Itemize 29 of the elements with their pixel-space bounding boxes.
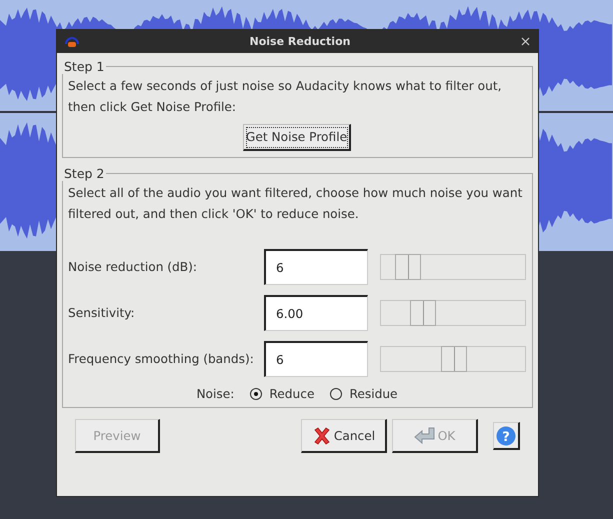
input-field[interactable]: 6.00 (264, 295, 368, 331)
radio-label[interactable]: Residue (349, 387, 398, 401)
field-label: Noise reduction (dB): (68, 260, 198, 274)
radio-button[interactable] (250, 388, 262, 400)
radio-button[interactable] (330, 388, 342, 400)
noise-label: Noise: (196, 387, 234, 401)
window-title: Noise Reduction (248, 35, 352, 48)
field-label: Frequency smoothing (bands): (68, 352, 255, 366)
slider[interactable] (380, 254, 526, 280)
cross-icon (312, 426, 332, 446)
get-noise-profile-button[interactable]: Get Noise Profile (242, 124, 352, 151)
field-label: Sensitivity: (68, 306, 136, 320)
slider[interactable] (380, 300, 526, 326)
radio-label[interactable]: Reduce (269, 387, 314, 401)
input-field[interactable]: 6 (264, 249, 368, 285)
help-button[interactable]: ? (493, 422, 520, 450)
slider-thumb[interactable] (441, 346, 467, 372)
return-arrow-icon (414, 426, 436, 444)
cancel-button[interactable]: Cancel (301, 419, 387, 453)
instructions: Select a few seconds of just noise so Audacity knows what to filter out, then click Get Noise Profile: (68, 78, 502, 116)
headphones-logo-icon (65, 36, 79, 48)
input-field[interactable]: 6 (264, 341, 368, 377)
close-icon[interactable] (521, 37, 530, 46)
group-title: Step 2 (63, 166, 106, 181)
slider[interactable] (380, 346, 526, 372)
instructions: Select all of the audio you want filtered, choose how much noise you want filtered out, and then click 'OK' to reduce noise. (68, 185, 524, 223)
slider-thumb[interactable] (395, 254, 422, 280)
slider-thumb[interactable] (410, 300, 436, 326)
group-title: Step 1 (63, 59, 106, 74)
